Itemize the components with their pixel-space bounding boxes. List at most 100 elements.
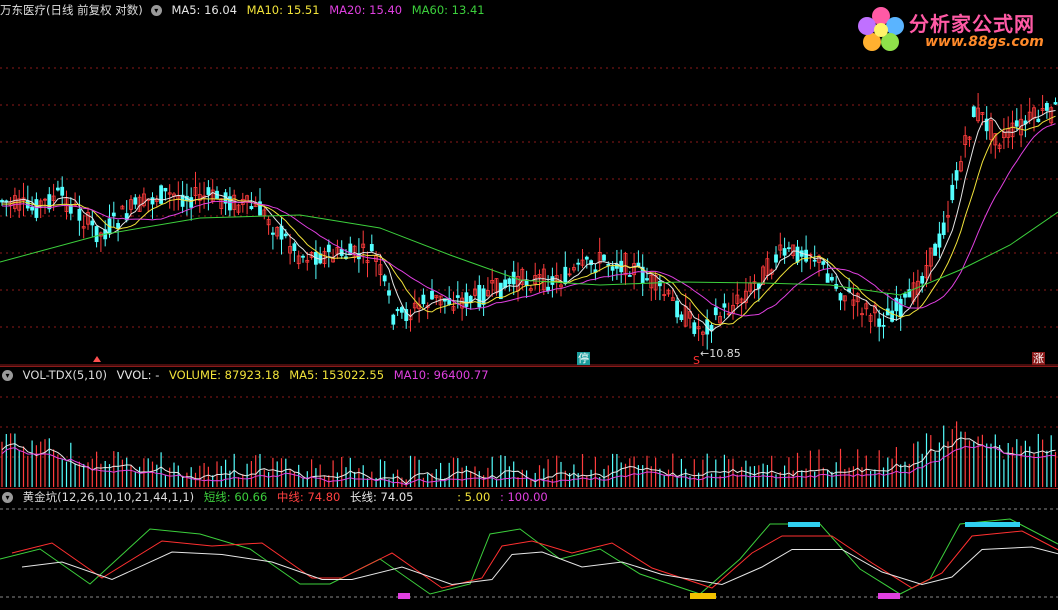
candle-body [546, 286, 550, 292]
candle-body [283, 233, 288, 237]
indicator-bottom-bar-1 [398, 593, 410, 599]
mid-line [11, 530, 1058, 589]
candle-body [584, 256, 589, 260]
candle-body [455, 295, 460, 298]
candle-body [787, 247, 791, 250]
price-legend: 万东医疗(日线 前复权 对数) ▾ MA5: 16.04 MA10: 15.51 … [0, 2, 491, 18]
candle-body [933, 243, 937, 256]
vvol-value: VVOL: - [116, 368, 160, 382]
candle-body [206, 187, 211, 195]
candle-body [563, 266, 568, 285]
candle-body [421, 294, 426, 305]
indicator-legend: ▾ 黄金坑(12,26,10,10,21,44,1,1) 短线: 60.66 中… [0, 489, 554, 505]
candle-body [77, 208, 82, 221]
indicator-value-2: : 100.00 [499, 490, 548, 504]
indicator-panel[interactable]: ▾ 黄金坑(12,26,10,10,21,44,1,1) 短线: 60.66 中… [0, 488, 1058, 610]
ma10-line [1, 115, 1056, 326]
candle-body [189, 197, 194, 208]
candle-body [774, 254, 778, 263]
price-chart-panel[interactable]: 万东医疗(日线 前复权 对数) ▾ MA5: 16.04 MA10: 15.51 … [0, 0, 1058, 367]
candle-body [615, 264, 619, 269]
candle-body [94, 226, 99, 243]
chevron-down-icon[interactable]: ▾ [2, 370, 13, 381]
limit-up-marker: 涨 [1032, 352, 1045, 365]
candle-body [636, 262, 641, 267]
volume-chart[interactable] [0, 367, 1058, 489]
candle-body [90, 220, 95, 226]
long-line-value: 长线: 74.05 [350, 490, 414, 504]
candle-body [894, 297, 899, 312]
candle-body [830, 276, 834, 281]
indicator-value-1: : 5.00 [457, 490, 491, 504]
candle-body [399, 307, 404, 313]
indicator-bottom-bar-2 [878, 593, 900, 599]
candle-body [116, 223, 120, 229]
stock-title: 万东医疗(日线 前复权 对数) [0, 3, 143, 17]
logo-url: www.88gs.com [925, 34, 1044, 50]
candle-body [679, 314, 684, 321]
ma5-value: MA5: 16.04 [171, 3, 238, 17]
site-logo: 分析家公式网 www.88gs.com [855, 2, 1055, 58]
candle-body [838, 293, 843, 301]
candle-body [877, 318, 882, 327]
candle-body [881, 324, 886, 327]
candle-body [1045, 102, 1049, 111]
volume-value: VOLUME: 87923.18 [169, 368, 280, 382]
candle-body [1036, 118, 1041, 123]
candle-body [159, 185, 164, 204]
candle-body [227, 196, 232, 211]
candle-body [795, 246, 800, 263]
short-line [0, 518, 1058, 595]
candle-body [550, 276, 555, 285]
candle-body [950, 184, 955, 201]
candle-body [941, 222, 946, 236]
long-line [21, 546, 1058, 586]
candle-body [576, 262, 581, 265]
chevron-down-icon[interactable]: ▾ [150, 5, 162, 16]
indicator-title: 黄金坑(12,26,10,10,21,44,1,1) [22, 490, 195, 504]
candle-body [391, 314, 396, 325]
candle-body [150, 197, 155, 205]
candle-body [395, 308, 400, 312]
candle-body [1014, 120, 1019, 127]
candle-body [821, 261, 826, 265]
candle-body [30, 206, 35, 211]
flower-logo-icon [858, 7, 904, 51]
candle-body [1053, 102, 1058, 105]
chevron-down-icon[interactable]: ▾ [2, 492, 13, 503]
candle-body [898, 298, 903, 317]
candle-body [301, 255, 305, 258]
candle-body [382, 275, 387, 282]
candle-body [369, 244, 374, 252]
candle-body [507, 278, 512, 285]
candle-body [825, 273, 830, 283]
candle-body [804, 249, 808, 262]
ma20-line [1, 123, 1056, 317]
candle-body [111, 212, 116, 217]
candle-body [387, 290, 391, 296]
candle-body [692, 322, 697, 334]
candle-body [722, 303, 727, 308]
candle-body [627, 275, 632, 277]
candle-body [645, 278, 649, 281]
indicator-bottom-bar-0 [690, 593, 716, 599]
candle-body [602, 254, 606, 261]
candle-body [606, 263, 611, 266]
candle-body [713, 307, 718, 316]
volume-ma5-line [1, 437, 1056, 485]
candle-body [971, 106, 976, 118]
candle-body [34, 199, 39, 218]
stop-marker: 停 [577, 352, 590, 365]
candle-body [464, 292, 469, 307]
ma10-value: MA10: 15.51 [246, 3, 320, 17]
candle-body [658, 281, 662, 287]
short-line-value: 短线: 60.66 [203, 490, 268, 504]
ma60-value: MA60: 13.41 [411, 3, 485, 17]
volume-panel[interactable]: ▾ VOL-TDX(5,10) VVOL: - VOLUME: 87923.18… [0, 366, 1058, 489]
volume-ma10-value: MA10: 96400.77 [393, 368, 489, 382]
candle-body [812, 259, 817, 262]
ma20-value: MA20: 15.40 [329, 3, 403, 17]
volume-ma5-value: MA5: 153022.55 [289, 368, 385, 382]
candle-body [133, 197, 138, 205]
indicator-chart[interactable] [0, 489, 1058, 610]
